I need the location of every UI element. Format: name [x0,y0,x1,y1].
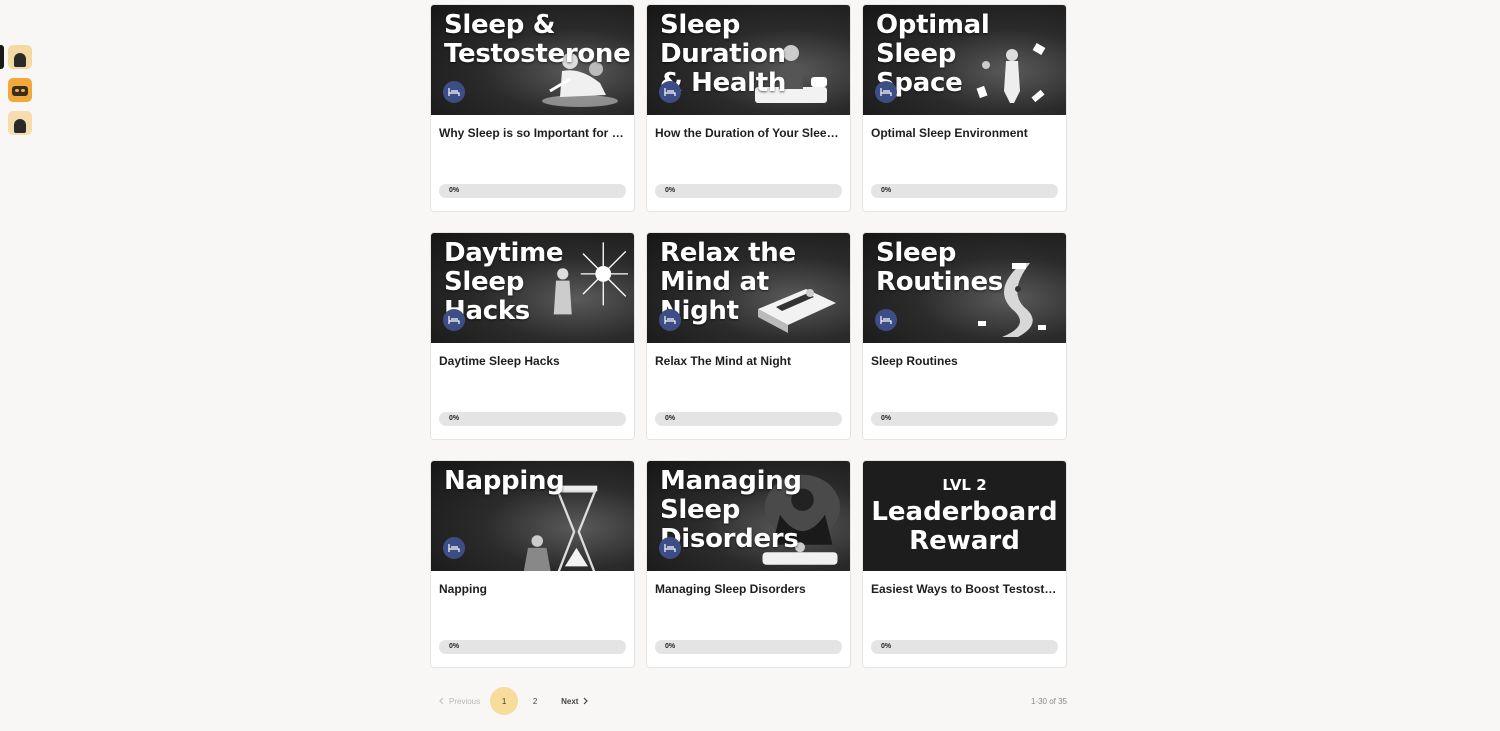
course-card[interactable]: Optimal Sleep Space Optimal Sleep Enviro… [862,4,1067,212]
course-card[interactable]: Managing Sleep Disorders Managing Sleep … [646,460,851,668]
progress-label: 0% [881,187,892,194]
course-title: Napping [439,582,487,596]
progress-bar: 0% [655,640,842,654]
bed-icon [659,537,681,559]
banner-title: Sleep & Testosterone [444,10,631,69]
reward-level: LVL 2 [942,476,987,494]
progress-bar: 0% [439,184,626,198]
progress-label: 0% [449,643,460,650]
bed-icon [659,81,681,103]
course-banner: Relax the Mind at Night [647,233,850,343]
progress-label: 0% [449,415,460,422]
banner-title: Optimal Sleep Space [876,10,990,98]
course-title: How the Duration of Your Sleep Affects Y… [655,126,842,140]
course-banner: Optimal Sleep Space [863,5,1066,115]
course-banner: LVL 2 Leaderboard Reward [863,461,1066,571]
bed-icon [659,309,681,331]
active-indicator [0,45,4,69]
progress-label: 0% [881,415,892,422]
course-title: Sleep Routines [871,354,958,368]
bed-icon [443,537,465,559]
course-title: Daytime Sleep Hacks [439,354,560,368]
previous-button[interactable]: Previous [430,687,488,715]
avatar [8,110,32,135]
course-banner: Napping [431,461,634,571]
banner-title: Napping [444,466,565,496]
community-avatar-2[interactable] [0,73,40,106]
progress-bar: 0% [871,640,1058,654]
banner-title: Sleep Duration & Health [660,10,787,98]
course-banner: Sleep Routines [863,233,1066,343]
page-button-1[interactable]: 1 [490,687,519,715]
chevron-left-icon [439,697,444,705]
course-title: Optimal Sleep Environment [871,126,1028,140]
course-title: Easiest Ways to Boost Testosterone [871,582,1058,596]
avatar [8,44,32,69]
reward-banner: LVL 2 Leaderboard Reward [863,461,1066,571]
next-button[interactable]: Next [553,687,597,715]
progress-bar: 0% [439,640,626,654]
course-title: Why Sleep is so Important for Testostero… [439,126,626,140]
course-card[interactable]: LVL 2 Leaderboard Reward Easiest Ways to… [862,460,1067,668]
chevron-right-icon [584,697,589,705]
progress-label: 0% [665,643,676,650]
progress-label: 0% [665,415,676,422]
next-label: Next [561,696,579,706]
progress-bar: 0% [439,412,626,426]
progress-label: 0% [665,187,676,194]
banner-title: Daytime Sleep Hacks [444,238,564,326]
progress-label: 0% [449,187,460,194]
course-banner: Sleep & Testosterone [431,5,634,115]
progress-bar: 0% [871,184,1058,198]
pagination: Previous 1 2 Next 1-30 of 35 [430,687,1067,715]
course-card[interactable]: Sleep Routines Sleep Routines 0% [862,232,1067,440]
bed-icon [875,81,897,103]
bed-icon [875,309,897,331]
previous-label: Previous [449,696,481,706]
community-rail [0,40,40,139]
bed-icon [443,81,465,103]
course-card[interactable]: Sleep & Testosterone Why Sleep is so Imp… [430,4,635,212]
course-banner: Sleep Duration & Health [647,5,850,115]
course-banner: Managing Sleep Disorders [647,461,850,571]
progress-label: 0% [881,643,892,650]
community-avatar-3[interactable] [0,106,40,139]
course-card[interactable]: Napping Napping 0% [430,460,635,668]
results-count: 1-30 of 35 [1030,696,1067,706]
course-title: Managing Sleep Disorders [655,582,806,596]
course-title: Relax The Mind at Night [655,354,792,368]
course-card[interactable]: Daytime Sleep Hacks Daytime Sleep Hacks … [430,232,635,440]
banner-title: Managing Sleep Disorders [660,466,802,554]
course-banner: Daytime Sleep Hacks [431,233,634,343]
course-card[interactable]: Sleep Duration & Health How the Duration… [646,4,851,212]
banner-title: Sleep Routines [876,238,1003,297]
progress-bar: 0% [655,412,842,426]
community-avatar-1[interactable] [0,40,40,73]
course-card[interactable]: Relax the Mind at Night Relax The Mind a… [646,232,851,440]
page-button-2[interactable]: 2 [521,687,549,715]
reward-title: Leaderboard Reward [871,497,1058,556]
avatar [8,77,32,102]
progress-bar: 0% [871,412,1058,426]
bed-icon [443,309,465,331]
course-grid: Sleep & Testosterone Why Sleep is so Imp… [430,4,1067,668]
banner-title: Relax the Mind at Night [660,238,796,326]
progress-bar: 0% [655,184,842,198]
